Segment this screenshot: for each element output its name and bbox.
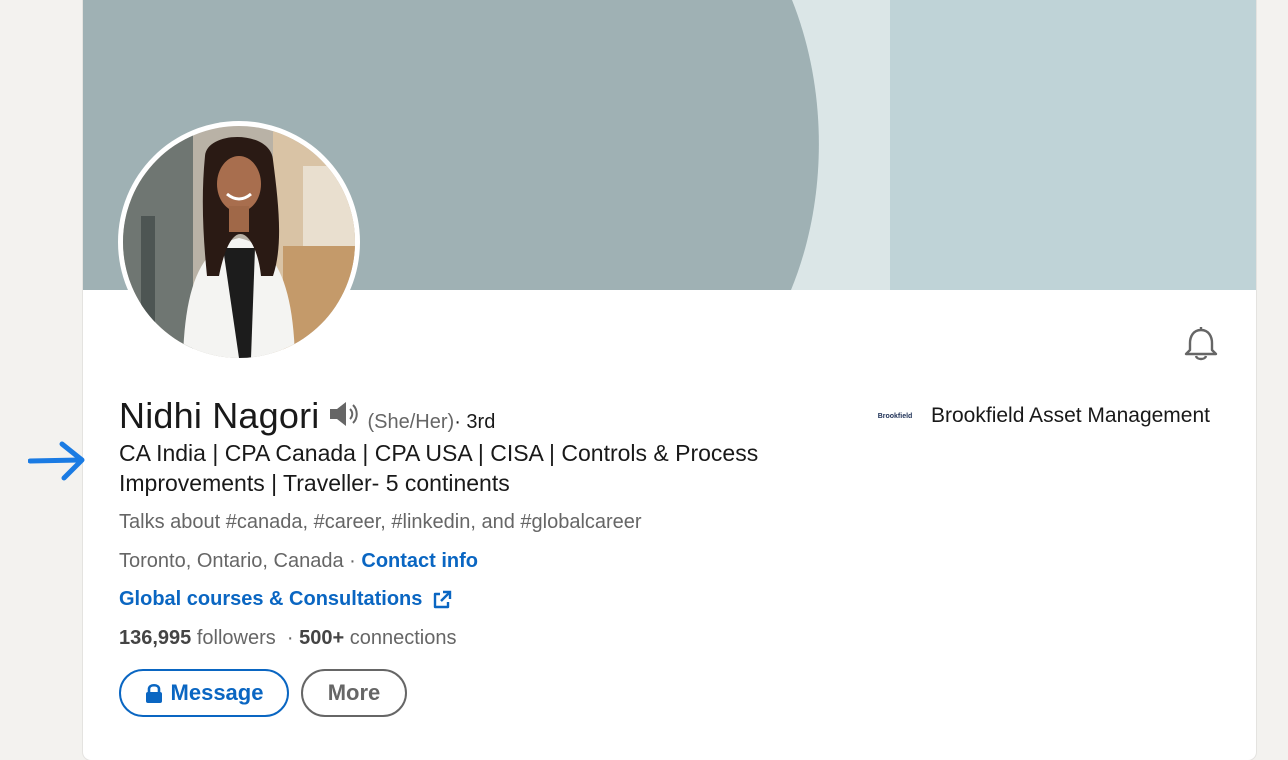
contact-info-link[interactable]: Contact info xyxy=(361,550,478,572)
connection-degree: · 3rd xyxy=(454,411,496,433)
name-row: Nidhi Nagori (She/Her) · 3rd xyxy=(119,395,495,437)
location-row: Toronto, Ontario, Canada · Contact info xyxy=(119,550,478,573)
connections-count: 500+ xyxy=(299,627,345,649)
location: Toronto, Ontario, Canada xyxy=(119,550,344,572)
website-label: Global courses & Consultations xyxy=(119,588,423,610)
lock-icon xyxy=(145,683,162,703)
profile-avatar[interactable] xyxy=(118,121,360,363)
profile-card: Nidhi Nagori (She/Her) · 3rd CA India | … xyxy=(83,0,1256,760)
more-button[interactable]: More xyxy=(301,669,407,717)
bell-icon[interactable] xyxy=(1184,326,1218,362)
external-link-icon xyxy=(434,590,452,608)
message-label: Message xyxy=(170,680,264,705)
arrow-right-icon xyxy=(28,441,85,481)
connections-separator: · xyxy=(275,627,300,649)
current-company[interactable]: Brookfield Brookfield Asset Management xyxy=(873,404,1210,428)
website-link[interactable]: Global courses & Consultations xyxy=(119,588,452,611)
profile-headline: CA India | CPA Canada | CPA USA | CISA |… xyxy=(119,440,759,496)
pronouns: (She/Her) xyxy=(367,411,455,433)
followers-count: 136,995 xyxy=(119,627,192,649)
followers-label: followers xyxy=(191,627,276,649)
talks-about: Talks about #canada, #career, #linkedin,… xyxy=(119,511,642,533)
company-name: Brookfield Asset Management xyxy=(931,404,1210,427)
message-button[interactable]: Message xyxy=(119,669,289,717)
speaker-icon[interactable] xyxy=(328,400,360,428)
profile-photo xyxy=(123,126,355,358)
more-label: More xyxy=(327,680,381,705)
profile-name: Nidhi Nagori xyxy=(119,395,320,436)
location-separator: · xyxy=(343,550,362,572)
network-stats: 136,995 followers · 500+ connections xyxy=(119,627,456,650)
connections-label: connections xyxy=(344,627,457,649)
company-logo: Brookfield xyxy=(877,412,913,420)
